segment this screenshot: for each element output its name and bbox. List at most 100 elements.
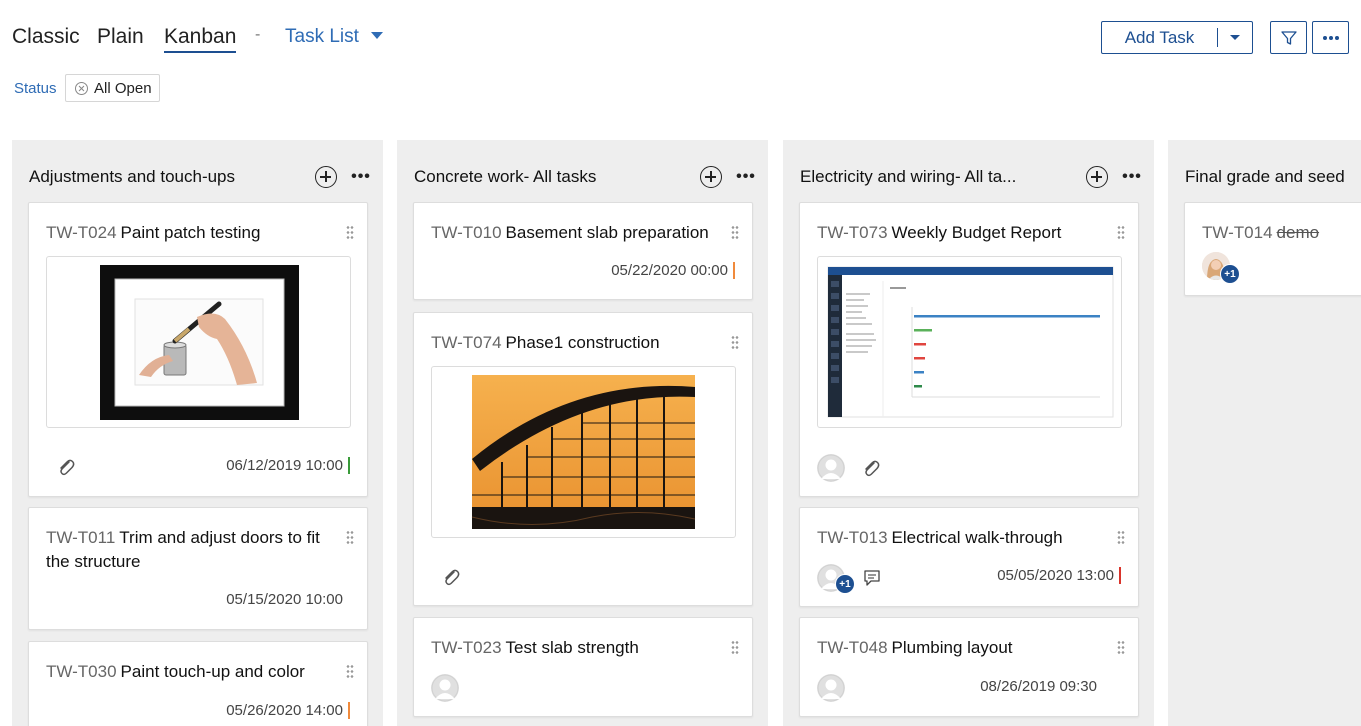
due-date-text: 06/12/2019 10:00 <box>226 457 343 474</box>
view-tab-classic[interactable]: Classic <box>12 24 80 50</box>
due-date: 05/15/2020 10:00 <box>226 591 343 608</box>
card-title: TW-T024 Paint patch testing <box>46 221 327 245</box>
kanban-board: Adjustments and touch-ups ••• TW-T024 Pai… <box>0 140 1361 726</box>
task-name: demo <box>1276 223 1320 242</box>
filter-button[interactable] <box>1270 21 1307 54</box>
view-separator: - <box>255 26 261 43</box>
card-title: TW-T010 Basement slab preparation <box>431 221 712 245</box>
column-title: Final grade and seed <box>1185 167 1345 186</box>
drag-handle-icon[interactable] <box>346 530 354 544</box>
drag-handle-icon[interactable] <box>346 664 354 678</box>
user-placeholder-icon <box>817 454 845 482</box>
task-name: Electrical walk-through <box>891 528 1063 547</box>
due-date: 05/05/2020 13:00 <box>997 567 1121 584</box>
card-title: TW-T073 Weekly Budget Report <box>817 221 1098 245</box>
attachment-icon[interactable] <box>861 458 881 478</box>
caret-down-icon <box>370 31 383 39</box>
filter-icon <box>1280 30 1297 45</box>
task-id: TW-T010 <box>431 223 502 242</box>
task-image-thumbnail[interactable] <box>431 366 736 538</box>
card-title: TW-T011 Trim and adjust doors to fit the … <box>46 526 327 574</box>
task-name: Basement slab preparation <box>505 223 709 242</box>
add-task-dropdown-button[interactable] <box>1218 22 1252 53</box>
status-filter-label: Status <box>14 80 57 97</box>
add-task-button[interactable]: Add Task <box>1102 28 1217 48</box>
task-image-thumbnail[interactable] <box>817 256 1122 428</box>
task-id: TW-T048 <box>817 638 888 657</box>
avatar[interactable] <box>817 674 845 702</box>
card-title: TW-T074 Phase1 construction <box>431 331 712 355</box>
status-filter-chip[interactable]: All Open <box>65 74 160 102</box>
card-title: TW-T048 Plumbing layout <box>817 636 1098 660</box>
task-name: Paint patch testing <box>120 223 261 242</box>
task-card[interactable]: TW-T073 Weekly Budget Report <box>799 202 1139 497</box>
kanban-column: Final grade and seed TW-T014 demo +1 <box>1168 140 1361 726</box>
avatar[interactable] <box>817 454 845 482</box>
task-card[interactable]: TW-T013 Electrical walk-through +1 05/05/… <box>799 507 1139 607</box>
task-list-dropdown[interactable]: Task List <box>285 26 383 48</box>
extra-assignees-badge[interactable]: +1 <box>1220 264 1240 284</box>
task-card[interactable]: TW-T023 Test slab strength <box>413 617 753 717</box>
drag-handle-icon[interactable] <box>1117 640 1125 654</box>
chevron-down-icon <box>1230 35 1240 40</box>
due-date: 05/26/2020 14:00 <box>226 702 350 719</box>
card-title: TW-T030 Paint touch-up and color <box>46 660 327 684</box>
task-name: Test slab strength <box>505 638 639 657</box>
due-date: 06/12/2019 10:00 <box>226 457 350 474</box>
drag-handle-icon[interactable] <box>731 640 739 654</box>
priority-indicator <box>733 262 735 279</box>
task-card[interactable]: TW-T014 demo +1 <box>1184 202 1361 296</box>
add-task-split-button: Add Task <box>1101 21 1253 54</box>
priority-indicator <box>1119 567 1121 584</box>
drag-handle-icon[interactable] <box>731 225 739 239</box>
more-horizontal-icon <box>1322 35 1339 40</box>
due-date: 05/22/2020 00:00 <box>611 262 735 279</box>
due-date-text: 05/26/2020 14:00 <box>226 702 343 719</box>
status-filter-value: All Open <box>94 79 152 97</box>
column-more-icon[interactable]: ••• <box>351 169 371 185</box>
task-id: TW-T011 <box>46 528 116 547</box>
add-card-icon[interactable] <box>1086 166 1108 188</box>
task-id: TW-T014 <box>1202 223 1273 242</box>
comment-icon[interactable] <box>862 568 882 588</box>
card-title: TW-T013 Electrical walk-through <box>817 526 1098 550</box>
report-screenshot-image <box>827 266 1114 418</box>
task-card[interactable]: TW-T030 Paint touch-up and color 05/26/20… <box>28 641 368 726</box>
kanban-column: Electricity and wiring- All ta... ••• TW… <box>783 140 1154 726</box>
view-tab-kanban[interactable]: Kanban <box>164 24 237 53</box>
column-more-icon[interactable]: ••• <box>1122 169 1142 185</box>
task-card[interactable]: TW-T074 Phase1 construction <box>413 312 753 606</box>
view-tab-plain[interactable]: Plain <box>97 24 144 50</box>
more-options-button[interactable] <box>1312 21 1349 54</box>
priority-indicator <box>348 702 350 719</box>
avatar[interactable] <box>431 674 459 702</box>
add-card-icon[interactable] <box>315 166 337 188</box>
column-header: Electricity and wiring- All ta... ••• <box>800 164 1142 190</box>
task-name: Weekly Budget Report <box>891 223 1062 242</box>
attachment-icon[interactable] <box>56 457 76 477</box>
card-title: TW-T023 Test slab strength <box>431 636 712 660</box>
due-date-text: 05/05/2020 13:00 <box>997 567 1114 584</box>
task-card[interactable]: TW-T024 Paint patch testing 06/12/2019 1… <box>28 202 368 497</box>
priority-indicator <box>348 457 350 474</box>
clear-filter-icon[interactable] <box>75 81 88 95</box>
drag-handle-icon[interactable] <box>346 225 354 239</box>
task-card[interactable]: TW-T048 Plumbing layout 08/26/2019 09:30 <box>799 617 1139 717</box>
column-more-icon[interactable]: ••• <box>736 169 756 185</box>
add-card-icon[interactable] <box>700 166 722 188</box>
due-date-text: 08/26/2019 09:30 <box>980 678 1097 695</box>
paint-can-image <box>100 265 299 420</box>
drag-handle-icon[interactable] <box>1117 225 1125 239</box>
extra-assignees-badge[interactable]: +1 <box>835 574 855 594</box>
task-card[interactable]: TW-T011 Trim and adjust doors to fit the … <box>28 507 368 630</box>
drag-handle-icon[interactable] <box>731 335 739 349</box>
card-title: TW-T014 demo <box>1202 221 1343 245</box>
column-header: Adjustments and touch-ups ••• <box>29 164 371 190</box>
task-image-thumbnail[interactable] <box>46 256 351 428</box>
attachment-icon[interactable] <box>441 567 461 587</box>
task-card[interactable]: TW-T010 Basement slab preparation 05/22/2… <box>413 202 753 300</box>
drag-handle-icon[interactable] <box>1117 530 1125 544</box>
due-date-text: 05/15/2020 10:00 <box>226 591 343 608</box>
user-placeholder-icon <box>431 674 459 702</box>
task-id: TW-T073 <box>817 223 888 242</box>
